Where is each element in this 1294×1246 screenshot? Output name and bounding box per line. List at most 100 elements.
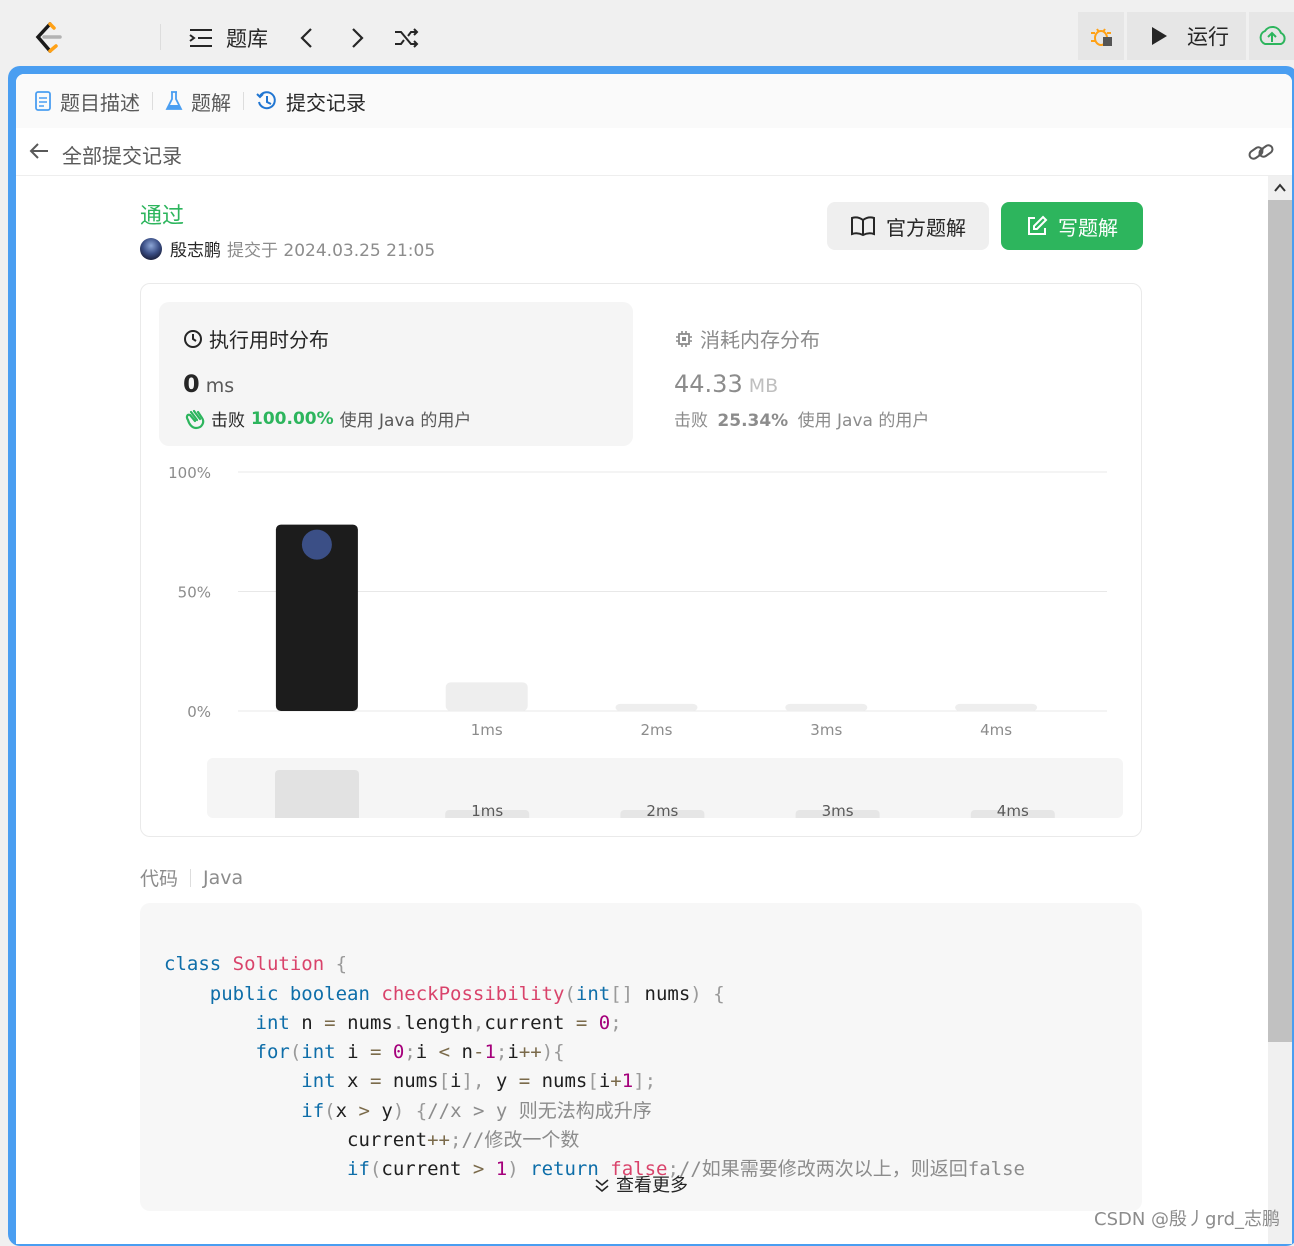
memory-title[interactable]: 消耗内存分布 xyxy=(674,324,820,353)
runtime-beat: 击败 100.00% 使用 Java 的用户 xyxy=(183,406,471,431)
document-icon xyxy=(34,90,52,112)
next-problem-button[interactable] xyxy=(348,22,366,54)
double-chevron-down-icon xyxy=(595,1179,609,1193)
show-more-button[interactable]: 查看更多 xyxy=(140,1175,1142,1197)
code-label: 代码 xyxy=(140,868,179,890)
code-header-divider xyxy=(190,868,192,887)
tab-submissions[interactable]: 提交记录 xyxy=(256,87,366,116)
chart-range-selector[interactable]: 1ms 2ms 3ms 4ms xyxy=(207,758,1123,818)
tab-description[interactable]: 题目描述 xyxy=(34,87,140,116)
code-line: current++;//修改一个数 xyxy=(164,1129,580,1152)
chart-bar xyxy=(445,682,528,711)
y-tick-label: 100% xyxy=(168,464,211,482)
bug-icon xyxy=(1091,28,1112,46)
runtime-title-label: 执行用时分布 xyxy=(209,328,329,352)
runtime-value: 0 ms xyxy=(183,370,234,398)
write-solution-label: 写题解 xyxy=(1058,215,1118,240)
memory-beat: 击败 25.34% 使用 Java 的用户 xyxy=(674,406,929,431)
tab-divider xyxy=(152,92,153,110)
shuffle-icon xyxy=(395,28,419,48)
memory-value: 44.33 MB xyxy=(674,370,778,398)
memory-beat-suffix: 使用 Java 的用户 xyxy=(797,411,930,431)
submitted-time: 提交于 2024.03.25 21:05 xyxy=(227,241,436,261)
problem-list-button[interactable]: 题库 xyxy=(188,22,268,54)
runtime-beat-suffix: 使用 Java 的用户 xyxy=(339,411,472,431)
code-line: if(x > y) {//x > y 则无法构成升序 xyxy=(301,1099,652,1122)
runtime-number: 0 xyxy=(183,370,200,398)
scroll-up-arrow-icon[interactable] xyxy=(1273,180,1287,194)
history-icon xyxy=(256,90,278,112)
play-icon xyxy=(1152,27,1167,45)
x-tick-label: 4ms xyxy=(980,721,1012,739)
submission-panel: 题目描述 题解 提交记录 全部提交记录 通过 殷志鹏 提交于 2024.03.2… xyxy=(16,74,1292,1244)
submission-status: 通过 xyxy=(140,204,185,229)
back-button[interactable] xyxy=(28,140,50,166)
y-tick-label: 50% xyxy=(178,584,211,602)
book-icon xyxy=(851,216,875,237)
code-line: int x = nums[i], y = nums[i+1]; xyxy=(301,1070,657,1093)
mini-tick-label: 1ms xyxy=(471,802,503,818)
x-tick-label: 1ms xyxy=(471,721,503,739)
runtime-beat-prefix: 击败 xyxy=(211,411,245,431)
tab-divider xyxy=(243,92,244,110)
mini-tick-label: 4ms xyxy=(997,802,1029,818)
all-submissions-title: 全部提交记录 xyxy=(62,144,182,168)
mini-chart[interactable]: 1ms 2ms 3ms 4ms xyxy=(207,758,1123,818)
memory-unit: MB xyxy=(748,375,779,397)
tab-description-label: 题目描述 xyxy=(60,90,140,115)
leetcode-logo-icon[interactable] xyxy=(30,20,66,56)
top-bar: 题库 运行 xyxy=(0,0,1294,68)
copy-link-button[interactable] xyxy=(1248,140,1274,168)
memory-beat-prefix: 击败 xyxy=(674,411,708,431)
scrollbar-thumb[interactable] xyxy=(1268,200,1292,1042)
debug-button[interactable] xyxy=(1078,12,1124,60)
chevron-left-icon xyxy=(300,28,312,48)
code-line: for(int i = 0;i < n-1;i++){ xyxy=(255,1041,565,1064)
run-button[interactable]: 运行 xyxy=(1127,12,1246,60)
tab-submissions-label: 提交记录 xyxy=(286,90,366,115)
watermark: CSDN @殷丿grd_志鹏 xyxy=(1094,1209,1280,1230)
tab-solutions-label: 题解 xyxy=(191,90,231,115)
cloud-upload-icon xyxy=(1259,26,1286,45)
chart-bar xyxy=(955,703,1038,711)
list-icon xyxy=(188,26,214,50)
avatar[interactable] xyxy=(140,237,162,260)
edit-icon xyxy=(1028,215,1048,235)
code-line: int n = nums.length,current = 0; xyxy=(255,1011,622,1034)
clock-icon xyxy=(184,329,202,348)
submission-subheader: 全部提交记录 xyxy=(16,128,1292,176)
run-label: 运行 xyxy=(1187,25,1229,49)
show-more-label: 查看更多 xyxy=(616,1175,688,1196)
runtime-title: 执行用时分布 xyxy=(183,324,329,353)
runtime-distribution-chart[interactable]: 100% 50% 0% 1ms 2ms 3ms 4ms xyxy=(141,454,1141,754)
official-solution-button[interactable]: 官方题解 xyxy=(827,202,989,250)
prev-problem-button[interactable] xyxy=(298,22,316,54)
chart-bar xyxy=(785,703,868,711)
link-icon xyxy=(1248,144,1274,160)
memory-beat-pct: 25.34% xyxy=(717,411,789,431)
y-tick-label: 0% xyxy=(187,703,211,721)
code-line: public boolean checkPossibility(int[] nu… xyxy=(209,982,725,1005)
flask-icon xyxy=(165,90,183,112)
chip-icon xyxy=(676,330,692,347)
panel-tabs: 题目描述 题解 提交记录 xyxy=(16,74,1292,128)
mini-tick-label: 3ms xyxy=(822,802,854,818)
write-solution-button[interactable]: 写题解 xyxy=(1001,202,1143,250)
mini-tick-label: 2ms xyxy=(646,802,678,818)
topbar-divider xyxy=(160,24,161,50)
official-solution-label: 官方题解 xyxy=(886,215,966,240)
bar-avatar xyxy=(301,529,332,560)
performance-card: 执行用时分布 0 ms 击败 100.00% 使用 Java 的用户 消耗内存分布… xyxy=(140,283,1142,837)
memory-title-label: 消耗内存分布 xyxy=(700,328,820,352)
clapping-hands-icon xyxy=(185,409,205,429)
tab-solutions[interactable]: 题解 xyxy=(165,87,231,116)
submit-button[interactable] xyxy=(1249,12,1294,60)
submission-meta: 殷志鹏 提交于 2024.03.25 21:05 xyxy=(140,236,435,261)
random-problem-button[interactable] xyxy=(393,22,421,54)
username[interactable]: 殷志鹏 xyxy=(170,236,221,261)
code-block[interactable]: class Solution { public boolean checkPos… xyxy=(140,903,1142,1211)
runtime-stat-box[interactable]: 执行用时分布 0 ms 击败 100.00% 使用 Java 的用户 xyxy=(159,302,633,446)
runtime-unit: ms xyxy=(205,375,235,397)
arrow-left-icon xyxy=(29,143,48,159)
problem-list-label: 题库 xyxy=(226,27,268,51)
